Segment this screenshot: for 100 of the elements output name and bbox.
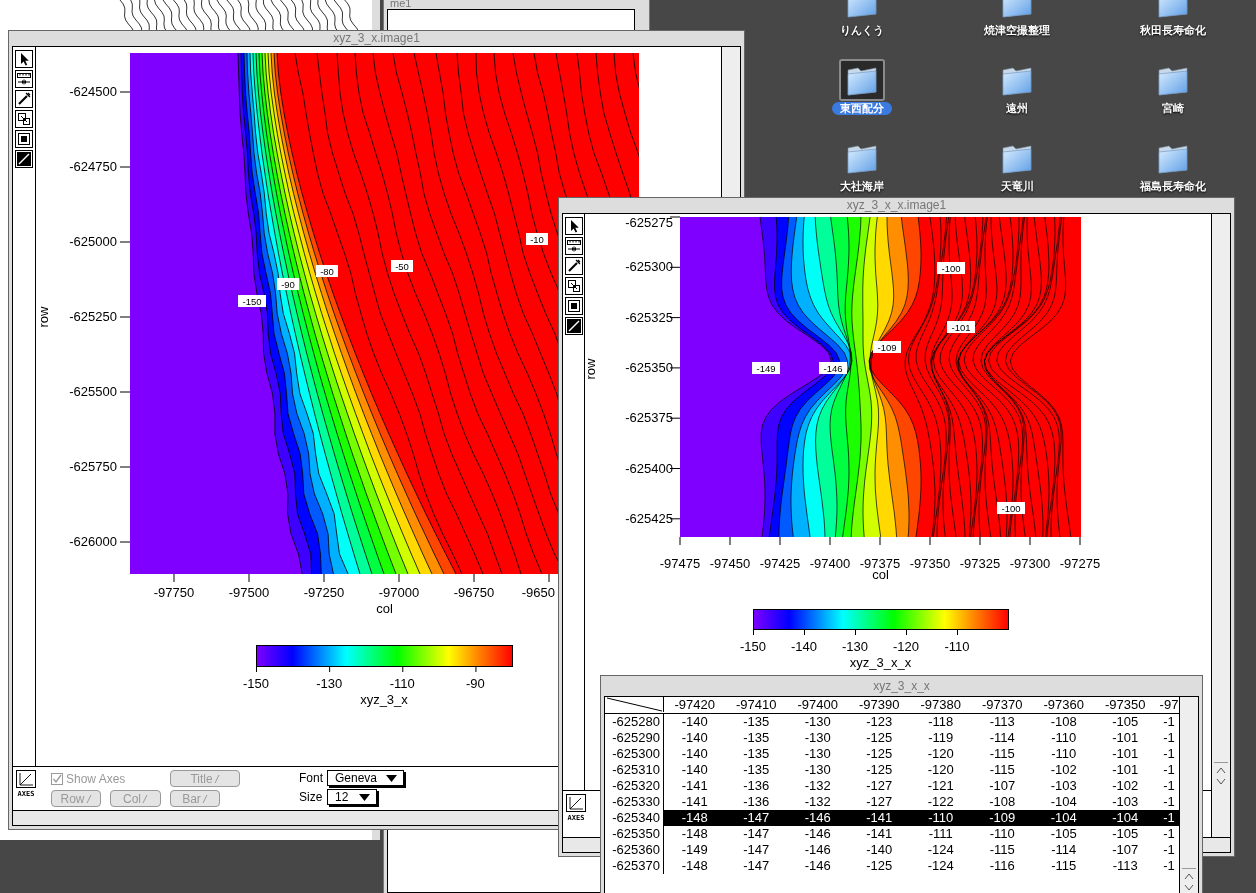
wand-icon[interactable] [564, 257, 583, 275]
table-cell-text: -130 [803, 730, 832, 746]
table-cell-text: -102 [1111, 778, 1140, 794]
tick-label: -625300 [625, 259, 673, 275]
table-cell-text: -108 [988, 794, 1017, 810]
table-cell-text: -103 [1049, 778, 1078, 794]
table-cell-text: -149 [680, 842, 709, 858]
folder-label[interactable]: 宮崎 [1153, 102, 1192, 115]
table-row[interactable]: -148 -147 -146 -125 -124 -116 -115 -113 -1 [664, 858, 1180, 874]
table-cell-text: -107 [1111, 842, 1140, 858]
table-cell-text: -130 [803, 762, 832, 778]
row-header[interactable]: -625330 [605, 794, 664, 810]
dropdown-arrow-icon[interactable] [386, 774, 397, 782]
table-cell-text: -146 [803, 858, 832, 874]
table-row[interactable]: -140 -135 -130 -123 -118 -113 -108 -105 -1 [664, 714, 1180, 730]
folder-icon[interactable] [838, 59, 885, 101]
tick-label: -625500 [69, 384, 117, 399]
row-header[interactable]: -625300 [605, 746, 664, 762]
table-cell-text: -146 [803, 810, 832, 826]
ruler-icon[interactable] [15, 70, 33, 88]
diagonal-line-icon[interactable] [15, 150, 33, 168]
table-cell-text: -141 [680, 778, 709, 794]
diagonal-line-icon[interactable] [564, 317, 583, 335]
ruler-icon[interactable] [564, 237, 583, 255]
table-cell-text: -135 [742, 714, 771, 730]
table-cell-text: -1 [1162, 794, 1176, 810]
table-cell-text: -102 [1049, 762, 1078, 778]
table-cell-text: -141 [680, 794, 709, 810]
row-header[interactable]: -625290 [605, 730, 664, 746]
column-header[interactable]: -97370 [971, 697, 1033, 713]
scroll-arrows-icon[interactable] [1182, 868, 1197, 893]
table-cell-text: -1 [1162, 778, 1176, 794]
folder-label[interactable]: 秋田長寿命化 [1131, 24, 1214, 37]
folder-label[interactable]: 天竜川 [992, 180, 1042, 193]
table-cell-text: -115 [1050, 858, 1078, 874]
table-cell-text: -146 [803, 842, 832, 858]
axes-icon[interactable] [566, 794, 586, 812]
folder-label[interactable]: 大社海岸 [831, 180, 892, 193]
arrow-pointer-icon[interactable] [564, 217, 583, 235]
contour-label: -149 [752, 362, 780, 374]
dropdown[interactable]: 12 [327, 789, 377, 805]
scroll-bar[interactable] [722, 47, 740, 197]
table-cell-text: -113 [988, 714, 1016, 730]
table-row[interactable]: -149 -147 -146 -140 -124 -115 -114 -107 -1 [664, 842, 1180, 858]
tick-label: -625750 [69, 459, 117, 474]
scroll-bar[interactable] [13, 811, 559, 825]
row-header[interactable]: -625350 [605, 826, 664, 842]
contour-label: -150 [238, 295, 266, 307]
table-row[interactable]: -140 -135 -130 -125 -119 -114 -110 -101 -1 [664, 730, 1180, 746]
scroll-bar[interactable] [1179, 697, 1198, 893]
table-cell-text: -105 [1111, 826, 1140, 842]
row-header[interactable]: -625360 [605, 842, 664, 858]
arrow-pointer-icon[interactable] [15, 50, 33, 68]
column-header[interactable]: -97400 [787, 697, 849, 713]
column-header[interactable]: -97 [1156, 697, 1180, 713]
table-cell-text: -130 [803, 714, 832, 730]
column-header[interactable]: -97410 [725, 697, 787, 713]
axes-icon[interactable] [16, 770, 36, 788]
column-header[interactable]: -97360 [1033, 697, 1095, 713]
table-cell-text: -132 [803, 794, 832, 810]
contour-label: -109 [873, 341, 901, 353]
contour-label: -100 [937, 262, 965, 274]
column-header[interactable]: -97420 [664, 697, 726, 713]
scroll-bar[interactable] [1211, 214, 1230, 837]
table-row[interactable]: -140 -135 -130 -125 -120 -115 -102 -101 -1 [664, 762, 1180, 778]
frame-icon[interactable] [15, 130, 33, 148]
table-cell-text: -1 [1162, 842, 1176, 858]
row-header[interactable]: -625320 [605, 778, 664, 794]
column-header[interactable]: -97390 [848, 697, 910, 713]
folder-label[interactable]: 東西配分 [831, 102, 892, 115]
column-header[interactable]: -97380 [910, 697, 972, 713]
wand-icon[interactable] [15, 90, 33, 108]
boxes-icon[interactable] [15, 110, 33, 128]
row-header[interactable]: -625280 [605, 714, 664, 730]
table-row[interactable]: -141 -136 -132 -127 -121 -107 -103 -102 -1 [664, 778, 1180, 794]
table-row[interactable]: -148 -147 -146 -141 -111 -110 -105 -105 -1 [664, 826, 1180, 842]
table-cell-text: -110 [988, 826, 1016, 842]
table-cell-text: -120 [926, 762, 955, 778]
folder-label[interactable]: 福島長寿命化 [1131, 180, 1214, 193]
table-row[interactable]: -140 -135 -130 -125 -120 -115 -110 -101 -1 [664, 746, 1180, 762]
colorbar-label: xyz_3_x [360, 692, 408, 707]
folder-label[interactable]: 焼津空撮整理 [976, 24, 1059, 37]
tick-label: -625375 [625, 410, 673, 426]
column-header[interactable]: -97350 [1094, 697, 1156, 713]
frame-icon[interactable] [564, 297, 583, 315]
row-header[interactable]: -625370 [605, 858, 664, 874]
table-cell-text: -114 [1050, 842, 1078, 858]
table-row[interactable]: -141 -136 -132 -127 -122 -108 -104 -103 -1 [664, 794, 1180, 810]
tick-label: -625250 [69, 309, 117, 324]
dropdown-arrow-icon[interactable] [359, 793, 370, 801]
folder-label[interactable]: りんくう [831, 24, 892, 37]
table-cell-text: -130 [803, 746, 832, 762]
row-header[interactable]: -625310 [605, 762, 664, 778]
folder-label[interactable]: 遠州 [998, 102, 1037, 115]
table-cell-text: -101 [1111, 746, 1140, 762]
boxes-icon[interactable] [564, 277, 583, 295]
table-row[interactable]: -148 -147 -146 -141 -110 -109 -104 -104 -1 [664, 810, 1180, 826]
table-cell-text: -147 [742, 842, 771, 858]
tick-label: -97325 [959, 556, 1001, 571]
dropdown[interactable]: Geneva [327, 770, 404, 786]
